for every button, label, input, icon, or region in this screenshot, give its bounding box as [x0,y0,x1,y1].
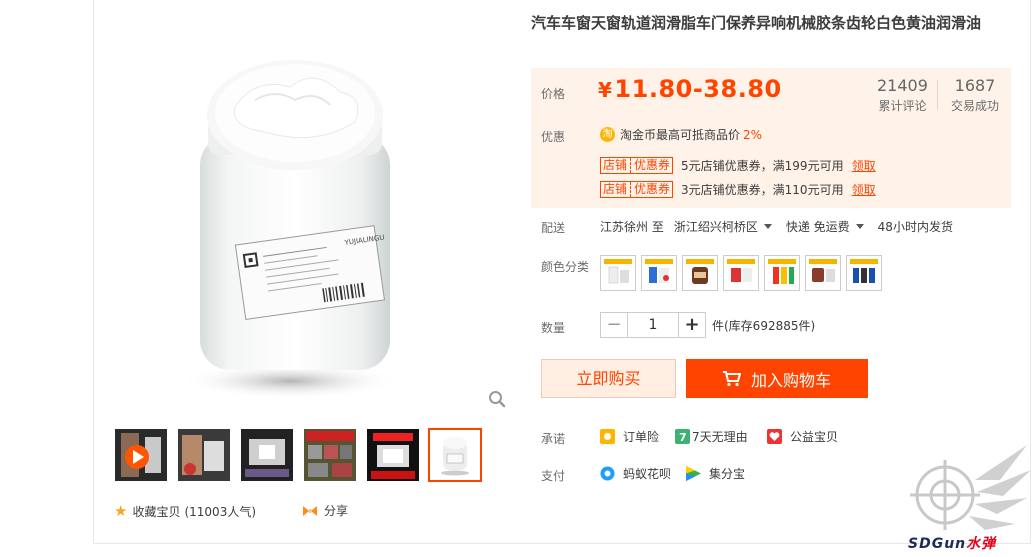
price-label: 价格 [541,87,566,101]
main-product-image[interactable]: YUJIALINGU [170,45,430,415]
huabei-icon [600,466,615,481]
color-options [600,255,887,291]
promise-7day-return[interactable]: 7 7天无理由 [675,428,748,445]
order-insurance-icon [600,429,615,444]
thumbnail-3[interactable] [240,428,294,482]
ship-from: 江苏徐州 至 [600,220,664,234]
sales-count: 1687 [954,76,996,95]
stat-divider [937,80,938,110]
coin-promo: 淘 淘金币最高可抵商品价 2% [600,126,762,143]
color-swatch-4[interactable] [723,255,759,291]
quantity-input[interactable]: 1 [628,312,678,338]
color-swatch-2[interactable] [641,255,677,291]
popularity-count: (11003人气) [184,504,257,519]
reviews-label: 累计评论 [878,99,927,113]
coupon-text: 5元店铺优惠券，满199元可用 [681,159,844,173]
seven-day-icon: 7 [675,429,690,444]
ship-to-selector[interactable]: 浙江绍兴柯桥区 [674,218,786,235]
reviews-stat[interactable]: 21409 累计评论 [877,76,928,114]
coupon-row-1: 店铺 优惠券 5元店铺优惠券，满199元可用 领取 [600,157,876,174]
zoom-icon[interactable] [488,390,506,408]
star-icon: ★ [114,502,128,520]
price-value: ¥11.80-38.80 [598,75,782,103]
thumbnail-2[interactable] [177,428,231,482]
shipping-row: 江苏徐州 至 浙江绍兴柯桥区 快递 免运费 48小时内发货 [600,218,953,235]
coupon-tag: 店铺 优惠券 [600,181,674,198]
coupon-row-2: 店铺 优惠券 3元店铺优惠券，满110元可用 领取 [600,181,876,198]
promise-order-insurance[interactable]: 订单险 [600,428,659,445]
sales-label: 交易成功 [951,99,1000,113]
svg-text:7: 7 [679,431,687,444]
quantity-label: 数量 [541,321,566,335]
color-label: 颜色分类 [541,260,590,274]
color-swatch-1[interactable] [600,255,636,291]
color-swatch-5[interactable] [764,255,800,291]
payment-label: 支付 [541,469,566,483]
jifenbao-icon [686,466,701,481]
dispatch-time: 48小时内发货 [877,220,953,234]
promo-label: 优惠 [541,130,566,144]
quantity-stepper: − 1 + 件(库存692885件) [600,312,815,338]
thumbnail-6-active[interactable] [428,428,482,482]
payment-jifenbao[interactable]: 集分宝 [686,465,745,482]
share-button[interactable]: 分享 [302,502,348,519]
stock-text: 件(库存692885件) [712,318,816,333]
share-label: 分享 [324,504,349,518]
product-title: 汽车车窗天窗轨道润滑脂车门保养异响机械胶条齿轮白色黄油润滑油 [531,14,982,32]
ship-method-selector[interactable]: 快递 免运费 [786,218,878,235]
watermark-text: SDGun水弹 [908,536,997,552]
color-swatch-3[interactable] [682,255,718,291]
thumbnail-5[interactable] [366,428,420,482]
coin-percent: 2% [743,127,763,142]
coupon-text: 3元店铺优惠券，满110元可用 [681,183,844,197]
favorite-button[interactable]: ★ 收藏宝贝 (11003人气) [114,502,256,520]
coin-text: 淘金币最高可抵商品价 [620,128,741,142]
buy-now-button[interactable]: 立即购买 [541,359,676,398]
reviews-count: 21409 [877,76,928,95]
shipping-label: 配送 [541,221,566,235]
coupon-tag: 店铺 优惠券 [600,157,674,174]
quantity-minus-button[interactable]: − [600,312,628,338]
thumbnail-video[interactable] [114,428,168,482]
color-swatch-7[interactable] [846,255,882,291]
claim-coupon-link[interactable]: 领取 [852,157,876,174]
favorite-label: 收藏宝贝 [132,504,181,519]
charity-heart-icon [767,429,782,444]
quantity-plus-button[interactable]: + [678,312,706,338]
chevron-down-icon [763,224,772,229]
chevron-down-icon [855,224,864,229]
payment-huabei[interactable]: 蚂蚁花呗 [600,465,671,482]
add-to-cart-button[interactable]: 加入购物车 [686,359,868,398]
cart-icon [722,370,741,386]
thumbnail-4[interactable] [303,428,357,482]
promise-label: 承诺 [541,432,566,446]
sales-stat: 1687 交易成功 [951,76,999,114]
price-panel: 价格 ¥11.80-38.80 21409 累计评论 1687 交易成功 优惠 … [531,68,1011,208]
share-icon [303,505,317,516]
claim-coupon-link[interactable]: 领取 [852,181,876,198]
promise-charity[interactable]: 公益宝贝 [767,428,838,445]
color-swatch-6[interactable] [805,255,841,291]
add-to-cart-label: 加入购物车 [750,370,831,390]
taobao-coin-icon: 淘 [600,127,615,142]
